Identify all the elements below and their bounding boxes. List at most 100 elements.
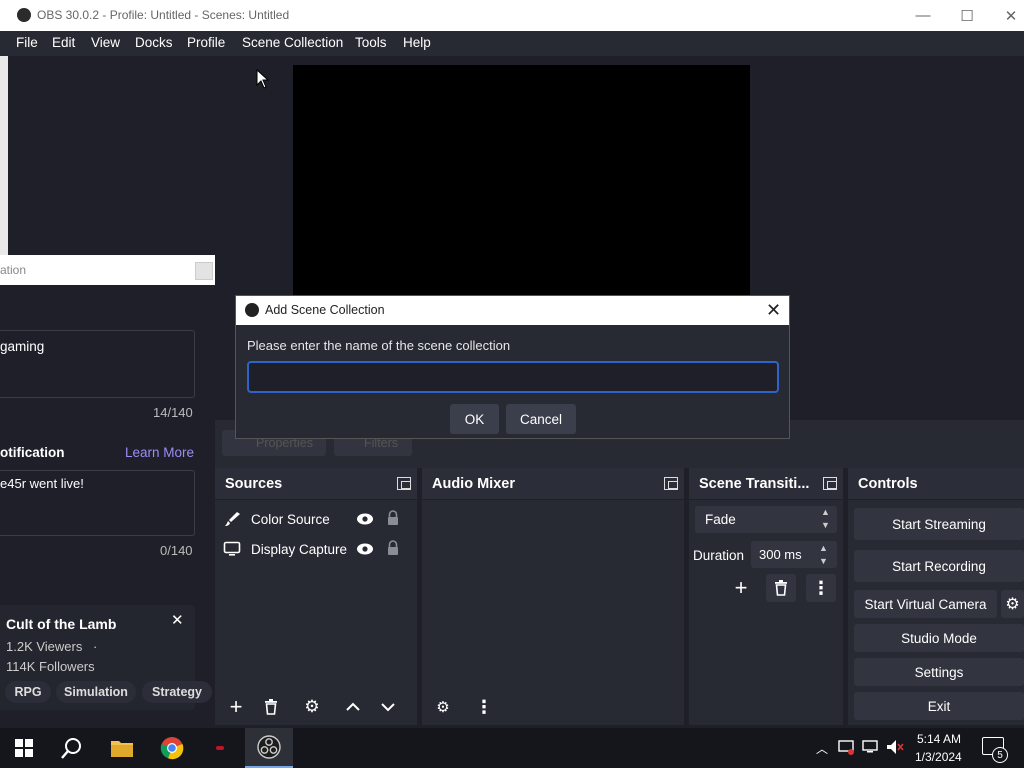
dialog-titlebar: Add Scene Collection ✕ xyxy=(236,296,789,325)
chrome-icon xyxy=(160,737,184,760)
audio-menu-button[interactable]: ⋮ xyxy=(469,693,499,721)
network-status-icon[interactable] xyxy=(838,739,856,755)
brush-icon xyxy=(225,512,240,526)
virtual-camera-settings-button[interactable]: ⚙ xyxy=(1001,590,1024,618)
menu-edit[interactable]: Edit xyxy=(52,35,75,50)
add-transition-button[interactable]: + xyxy=(726,574,756,602)
lock-icon[interactable] xyxy=(386,510,400,526)
duration-value: 300 ms xyxy=(759,547,802,562)
scene-collection-name-input[interactable] xyxy=(247,361,779,393)
start-streaming-button[interactable]: Start Streaming xyxy=(854,508,1024,540)
plus-icon: + xyxy=(229,694,243,719)
source-item-display-capture[interactable]: Display Capture xyxy=(223,535,403,563)
menu-profile[interactable]: Profile xyxy=(187,35,225,50)
menu-scene-collection[interactable]: Scene Collection xyxy=(242,35,343,50)
duration-spinbox[interactable]: 300 ms ▲ ▼ xyxy=(751,541,837,568)
transition-select[interactable]: Fade ▲ ▼ xyxy=(695,506,837,533)
stream-info-titlebar: ation xyxy=(0,255,215,285)
volume-muted-icon[interactable] xyxy=(886,739,904,755)
trash-icon xyxy=(775,580,787,596)
category-viewers: 1.2K Viewers xyxy=(6,639,83,654)
obs-taskbar-button[interactable] xyxy=(245,728,293,768)
learn-more-link[interactable]: Learn More xyxy=(125,445,194,460)
start-virtual-camera-label: Start Virtual Camera xyxy=(864,596,987,612)
maximize-button[interactable]: ☐ xyxy=(944,0,990,31)
red-app-button[interactable] xyxy=(196,728,244,768)
gear-icon: ⚙ xyxy=(1005,596,1020,613)
exit-button[interactable]: Exit xyxy=(854,692,1024,720)
kebab-menu-icon: ⋮ xyxy=(475,696,493,717)
dialog-close-icon[interactable]: ✕ xyxy=(766,300,781,321)
clock-date[interactable]: 1/3/2024 xyxy=(915,750,962,764)
cancel-button[interactable]: Cancel xyxy=(506,404,576,434)
background-window-edge xyxy=(0,56,8,256)
minimize-button[interactable]: — xyxy=(900,0,946,31)
close-button[interactable]: ✕ xyxy=(988,0,1024,31)
tag-rpg[interactable]: RPG xyxy=(5,681,51,703)
search-button[interactable] xyxy=(48,728,96,768)
menu-tools[interactable]: Tools xyxy=(355,35,387,50)
red-app-icon xyxy=(216,746,224,750)
category-followers: 114K Followers xyxy=(6,659,95,674)
add-scene-collection-dialog: Add Scene Collection ✕ Please enter the … xyxy=(235,295,790,439)
chevron-up-icon xyxy=(346,702,360,711)
chevron-down-icon xyxy=(381,703,395,712)
start-virtual-camera-button[interactable]: Start Virtual Camera xyxy=(854,590,997,618)
category-name: Cult of the Lamb xyxy=(6,616,117,632)
undock-icon[interactable] xyxy=(823,477,837,490)
category-separator: · xyxy=(93,639,98,654)
gears-icon: ⚙ xyxy=(436,699,450,716)
menu-bar: File Edit View Docks Profile Scene Colle… xyxy=(0,31,1024,56)
transition-select-value: Fade xyxy=(705,512,736,527)
controls-dock-title: Controls xyxy=(858,476,918,492)
remove-source-button[interactable] xyxy=(256,693,286,721)
undock-icon[interactable] xyxy=(397,477,411,490)
sources-dock-header: Sources xyxy=(215,468,417,500)
file-explorer-button[interactable] xyxy=(98,728,146,768)
menu-help[interactable]: Help xyxy=(403,35,431,50)
spin-arrows-icon[interactable]: ▲ ▼ xyxy=(819,542,828,568)
source-label: Color Source xyxy=(251,511,330,527)
dialog-prompt: Please enter the name of the scene colle… xyxy=(247,338,511,353)
remove-transition-button[interactable] xyxy=(766,574,796,602)
move-source-up-button[interactable] xyxy=(338,693,368,721)
scene-transitions-dock-title: Scene Transiti... xyxy=(699,476,810,492)
audio-advanced-settings-button[interactable]: ⚙ xyxy=(428,693,458,721)
tag-simulation[interactable]: Simulation xyxy=(56,681,136,703)
visibility-eye-icon[interactable] xyxy=(356,512,374,526)
menu-docks[interactable]: Docks xyxy=(135,35,173,50)
move-source-down-button[interactable] xyxy=(373,693,403,721)
remove-category-icon[interactable]: ✕ xyxy=(171,611,184,629)
settings-button[interactable]: Settings xyxy=(854,658,1024,686)
chrome-button[interactable] xyxy=(148,728,196,768)
menu-file[interactable]: File xyxy=(16,35,38,50)
sources-dock: Sources Color Source Display Capture + ⚙ xyxy=(215,468,417,725)
tag-strategy[interactable]: Strategy xyxy=(142,681,212,703)
visibility-eye-icon[interactable] xyxy=(356,542,374,556)
transition-menu-button[interactable]: ⋮ xyxy=(806,574,836,602)
kebab-menu-icon: ⋮ xyxy=(812,577,830,598)
source-item-color-source[interactable]: Color Source xyxy=(223,505,403,533)
source-properties-button[interactable]: ⚙ xyxy=(297,693,327,721)
show-hidden-icons-chevron-icon[interactable]: ︿ xyxy=(816,740,828,757)
stream-info-close-button[interactable] xyxy=(195,262,213,280)
title-textbox[interactable]: gaming xyxy=(0,330,195,398)
start-recording-button[interactable]: Start Recording xyxy=(854,550,1024,582)
clock-time[interactable]: 5:14 AM xyxy=(917,732,961,746)
undock-icon[interactable] xyxy=(664,477,678,490)
notification-count-badge: 5 xyxy=(992,747,1008,763)
folder-icon xyxy=(111,741,133,757)
start-button[interactable] xyxy=(0,728,48,768)
lock-icon[interactable] xyxy=(386,540,400,556)
mouse-cursor-icon xyxy=(256,69,270,89)
notification-textbox[interactable]: e45r went live! xyxy=(0,470,195,536)
display-icon[interactable] xyxy=(862,739,880,755)
obs-logo-icon xyxy=(17,8,31,22)
menu-view[interactable]: View xyxy=(91,35,120,50)
ok-button[interactable]: OK xyxy=(450,404,499,434)
add-source-button[interactable]: + xyxy=(221,693,251,721)
duration-label: Duration xyxy=(693,548,745,563)
gear-icon: ⚙ xyxy=(304,697,320,716)
studio-mode-button[interactable]: Studio Mode xyxy=(854,624,1024,652)
obs-logo-icon xyxy=(245,303,259,317)
